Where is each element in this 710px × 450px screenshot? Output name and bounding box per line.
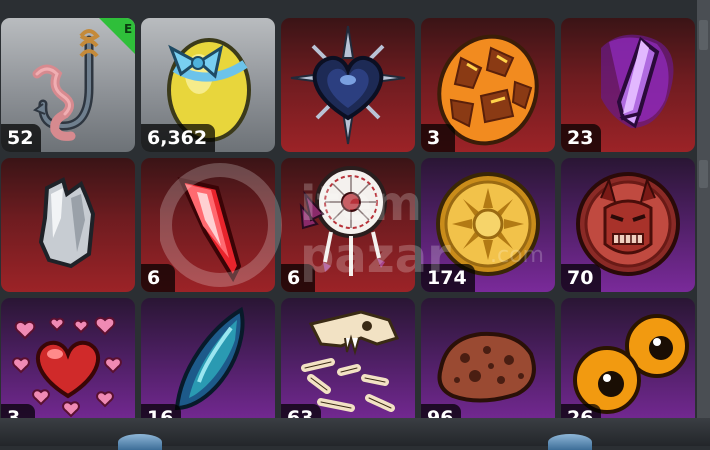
item-count: 6 xyxy=(281,264,315,292)
item-slot-hearts[interactable]: 3 xyxy=(1,298,135,432)
svg-text:E: E xyxy=(124,22,132,36)
item-slot-lava-egg[interactable]: 3 xyxy=(421,18,555,152)
item-slot-blue-seed[interactable]: 16 xyxy=(141,298,275,432)
item-slot-sun-coin[interactable]: 174 xyxy=(421,158,555,292)
bottom-bar xyxy=(0,418,710,446)
item-slot-fishing-hook[interactable]: E 52 xyxy=(1,18,135,152)
item-count: 23 xyxy=(561,124,602,152)
spiked-dark-heart-icon xyxy=(290,25,406,145)
left-nav-button[interactable] xyxy=(118,434,162,450)
item-count: 70 xyxy=(561,264,602,292)
item-slot-cookie-rock[interactable]: 96 xyxy=(421,298,555,432)
item-slot-purple-crystal[interactable]: 23 xyxy=(561,18,695,152)
item-count: 6 xyxy=(141,264,175,292)
item-count: 6,362 xyxy=(141,124,216,152)
inventory-grid: E 52 6,362 3 23 6 6 174 70 xyxy=(0,0,710,446)
silver-ore-icon xyxy=(38,177,96,269)
item-count: 174 xyxy=(421,264,475,292)
side-panel-edge xyxy=(697,0,710,446)
item-slot-spiked-heart[interactable] xyxy=(281,18,415,152)
item-slot-silver-ore[interactable] xyxy=(1,158,135,292)
item-slot-dinosaur-bones[interactable]: 63 xyxy=(281,298,415,432)
item-slot-demon-coin[interactable]: 70 xyxy=(561,158,695,292)
equipped-badge-icon: E xyxy=(99,18,135,54)
item-slot-dreamcatcher[interactable]: 6 xyxy=(281,158,415,292)
right-nav-button[interactable] xyxy=(548,434,592,450)
item-slot-red-crystal[interactable]: 6 xyxy=(141,158,275,292)
item-count: 52 xyxy=(1,124,42,152)
item-slot-orange-eyes[interactable]: 26 xyxy=(561,298,695,432)
item-count: 3 xyxy=(421,124,455,152)
item-slot-ribbon-egg[interactable]: 6,362 xyxy=(141,18,275,152)
